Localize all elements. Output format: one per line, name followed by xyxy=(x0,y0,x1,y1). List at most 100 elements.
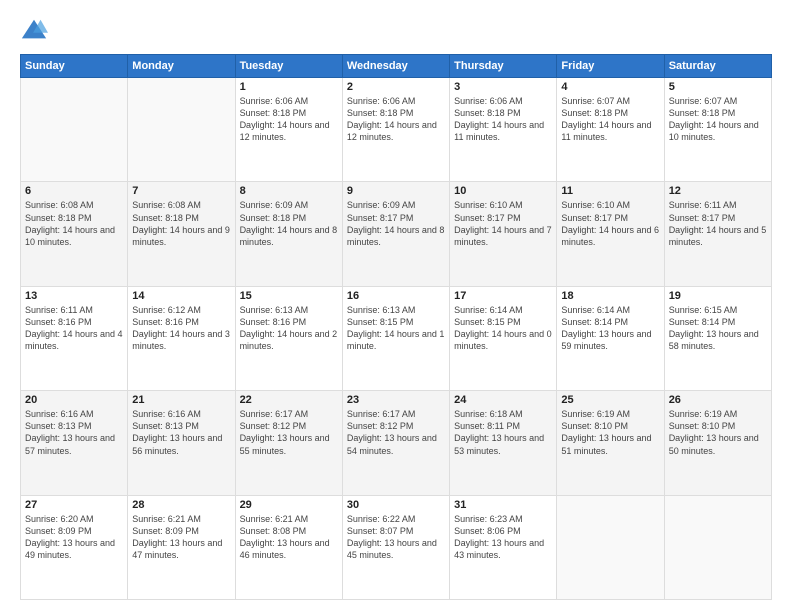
calendar-cell: 21 Sunrise: 6:16 AM Sunset: 8:13 PM Dayli… xyxy=(128,391,235,495)
day-info: Sunrise: 6:21 AM Sunset: 8:08 PM Dayligh… xyxy=(240,513,338,562)
calendar-week-row: 13 Sunrise: 6:11 AM Sunset: 8:16 PM Dayli… xyxy=(21,286,772,390)
day-info: Sunrise: 6:20 AM Sunset: 8:09 PM Dayligh… xyxy=(25,513,123,562)
calendar-cell xyxy=(664,495,771,599)
day-number: 3 xyxy=(454,81,552,93)
day-info: Sunrise: 6:06 AM Sunset: 8:18 PM Dayligh… xyxy=(240,95,338,144)
calendar-cell: 7 Sunrise: 6:08 AM Sunset: 8:18 PM Daylig… xyxy=(128,182,235,286)
calendar-header-thursday: Thursday xyxy=(450,55,557,78)
calendar-header-sunday: Sunday xyxy=(21,55,128,78)
calendar-cell: 31 Sunrise: 6:23 AM Sunset: 8:06 PM Dayli… xyxy=(450,495,557,599)
day-number: 20 xyxy=(25,394,123,406)
calendar-cell: 25 Sunrise: 6:19 AM Sunset: 8:10 PM Dayli… xyxy=(557,391,664,495)
calendar-week-row: 1Sunrise: 6:06 AM Sunset: 8:18 PM Daylig… xyxy=(21,78,772,182)
day-number: 24 xyxy=(454,394,552,406)
calendar-cell: 17 Sunrise: 6:14 AM Sunset: 8:15 PM Dayli… xyxy=(450,286,557,390)
calendar-cell: 10 Sunrise: 6:10 AM Sunset: 8:17 PM Dayli… xyxy=(450,182,557,286)
logo-icon xyxy=(20,16,48,44)
day-number: 26 xyxy=(669,394,767,406)
day-number: 21 xyxy=(132,394,230,406)
calendar-header-friday: Friday xyxy=(557,55,664,78)
day-number: 19 xyxy=(669,290,767,302)
day-info: Sunrise: 6:13 AM Sunset: 8:16 PM Dayligh… xyxy=(240,304,338,353)
calendar-week-row: 27Sunrise: 6:20 AM Sunset: 8:09 PM Dayli… xyxy=(21,495,772,599)
day-info: Sunrise: 6:07 AM Sunset: 8:18 PM Dayligh… xyxy=(669,95,767,144)
day-number: 6 xyxy=(25,185,123,197)
day-info: Sunrise: 6:09 AM Sunset: 8:17 PM Dayligh… xyxy=(347,199,445,248)
calendar-cell: 6Sunrise: 6:08 AM Sunset: 8:18 PM Daylig… xyxy=(21,182,128,286)
calendar-cell xyxy=(21,78,128,182)
calendar-cell: 13 Sunrise: 6:11 AM Sunset: 8:16 PM Dayli… xyxy=(21,286,128,390)
day-number: 17 xyxy=(454,290,552,302)
day-number: 15 xyxy=(240,290,338,302)
calendar-cell xyxy=(557,495,664,599)
day-info: Sunrise: 6:10 AM Sunset: 8:17 PM Dayligh… xyxy=(561,199,659,248)
day-number: 30 xyxy=(347,499,445,511)
day-info: Sunrise: 6:17 AM Sunset: 8:12 PM Dayligh… xyxy=(240,408,338,457)
calendar-cell: 22 Sunrise: 6:17 AM Sunset: 8:12 PM Dayli… xyxy=(235,391,342,495)
calendar-cell: 1Sunrise: 6:06 AM Sunset: 8:18 PM Daylig… xyxy=(235,78,342,182)
calendar-cell: 24Sunrise: 6:18 AM Sunset: 8:11 PM Dayli… xyxy=(450,391,557,495)
day-info: Sunrise: 6:07 AM Sunset: 8:18 PM Dayligh… xyxy=(561,95,659,144)
day-info: Sunrise: 6:21 AM Sunset: 8:09 PM Dayligh… xyxy=(132,513,230,562)
day-info: Sunrise: 6:14 AM Sunset: 8:15 PM Dayligh… xyxy=(454,304,552,353)
day-info: Sunrise: 6:13 AM Sunset: 8:15 PM Dayligh… xyxy=(347,304,445,353)
day-number: 7 xyxy=(132,185,230,197)
day-number: 12 xyxy=(669,185,767,197)
calendar-cell: 20 Sunrise: 6:16 AM Sunset: 8:13 PM Dayli… xyxy=(21,391,128,495)
calendar-cell: 5Sunrise: 6:07 AM Sunset: 8:18 PM Daylig… xyxy=(664,78,771,182)
day-info: Sunrise: 6:16 AM Sunset: 8:13 PM Dayligh… xyxy=(25,408,123,457)
calendar-header-tuesday: Tuesday xyxy=(235,55,342,78)
day-number: 18 xyxy=(561,290,659,302)
calendar-cell: 16 Sunrise: 6:13 AM Sunset: 8:15 PM Dayli… xyxy=(342,286,449,390)
day-info: Sunrise: 6:16 AM Sunset: 8:13 PM Dayligh… xyxy=(132,408,230,457)
day-number: 25 xyxy=(561,394,659,406)
day-number: 23 xyxy=(347,394,445,406)
day-info: Sunrise: 6:09 AM Sunset: 8:18 PM Dayligh… xyxy=(240,199,338,248)
day-info: Sunrise: 6:14 AM Sunset: 8:14 PM Dayligh… xyxy=(561,304,659,353)
calendar-cell: 2Sunrise: 6:06 AM Sunset: 8:18 PM Daylig… xyxy=(342,78,449,182)
day-number: 13 xyxy=(25,290,123,302)
day-info: Sunrise: 6:22 AM Sunset: 8:07 PM Dayligh… xyxy=(347,513,445,562)
day-info: Sunrise: 6:11 AM Sunset: 8:16 PM Dayligh… xyxy=(25,304,123,353)
calendar-cell: 19 Sunrise: 6:15 AM Sunset: 8:14 PM Dayli… xyxy=(664,286,771,390)
calendar-header-row: SundayMondayTuesdayWednesdayThursdayFrid… xyxy=(21,55,772,78)
calendar-header-saturday: Saturday xyxy=(664,55,771,78)
calendar-cell xyxy=(128,78,235,182)
calendar-cell: 28 Sunrise: 6:21 AM Sunset: 8:09 PM Dayli… xyxy=(128,495,235,599)
page: SundayMondayTuesdayWednesdayThursdayFrid… xyxy=(0,0,792,612)
day-number: 10 xyxy=(454,185,552,197)
calendar-cell: 18 Sunrise: 6:14 AM Sunset: 8:14 PM Dayli… xyxy=(557,286,664,390)
day-number: 31 xyxy=(454,499,552,511)
day-info: Sunrise: 6:19 AM Sunset: 8:10 PM Dayligh… xyxy=(669,408,767,457)
day-number: 16 xyxy=(347,290,445,302)
day-info: Sunrise: 6:08 AM Sunset: 8:18 PM Dayligh… xyxy=(132,199,230,248)
calendar-cell: 4Sunrise: 6:07 AM Sunset: 8:18 PM Daylig… xyxy=(557,78,664,182)
day-info: Sunrise: 6:19 AM Sunset: 8:10 PM Dayligh… xyxy=(561,408,659,457)
day-info: Sunrise: 6:23 AM Sunset: 8:06 PM Dayligh… xyxy=(454,513,552,562)
calendar-header-monday: Monday xyxy=(128,55,235,78)
header xyxy=(20,16,772,44)
calendar-cell: 27Sunrise: 6:20 AM Sunset: 8:09 PM Dayli… xyxy=(21,495,128,599)
day-info: Sunrise: 6:10 AM Sunset: 8:17 PM Dayligh… xyxy=(454,199,552,248)
logo xyxy=(20,16,52,44)
day-info: Sunrise: 6:12 AM Sunset: 8:16 PM Dayligh… xyxy=(132,304,230,353)
calendar-cell: 14 Sunrise: 6:12 AM Sunset: 8:16 PM Dayli… xyxy=(128,286,235,390)
day-number: 29 xyxy=(240,499,338,511)
day-number: 22 xyxy=(240,394,338,406)
day-number: 28 xyxy=(132,499,230,511)
day-info: Sunrise: 6:11 AM Sunset: 8:17 PM Dayligh… xyxy=(669,199,767,248)
day-number: 2 xyxy=(347,81,445,93)
calendar-cell: 12 Sunrise: 6:11 AM Sunset: 8:17 PM Dayli… xyxy=(664,182,771,286)
day-number: 8 xyxy=(240,185,338,197)
calendar-header-wednesday: Wednesday xyxy=(342,55,449,78)
calendar-cell: 3Sunrise: 6:06 AM Sunset: 8:18 PM Daylig… xyxy=(450,78,557,182)
day-number: 11 xyxy=(561,185,659,197)
day-info: Sunrise: 6:15 AM Sunset: 8:14 PM Dayligh… xyxy=(669,304,767,353)
day-number: 14 xyxy=(132,290,230,302)
calendar-cell: 8 Sunrise: 6:09 AM Sunset: 8:18 PM Daylig… xyxy=(235,182,342,286)
day-info: Sunrise: 6:17 AM Sunset: 8:12 PM Dayligh… xyxy=(347,408,445,457)
calendar-cell: 23 Sunrise: 6:17 AM Sunset: 8:12 PM Dayli… xyxy=(342,391,449,495)
calendar-cell: 29 Sunrise: 6:21 AM Sunset: 8:08 PM Dayli… xyxy=(235,495,342,599)
day-number: 9 xyxy=(347,185,445,197)
calendar-cell: 26 Sunrise: 6:19 AM Sunset: 8:10 PM Dayli… xyxy=(664,391,771,495)
